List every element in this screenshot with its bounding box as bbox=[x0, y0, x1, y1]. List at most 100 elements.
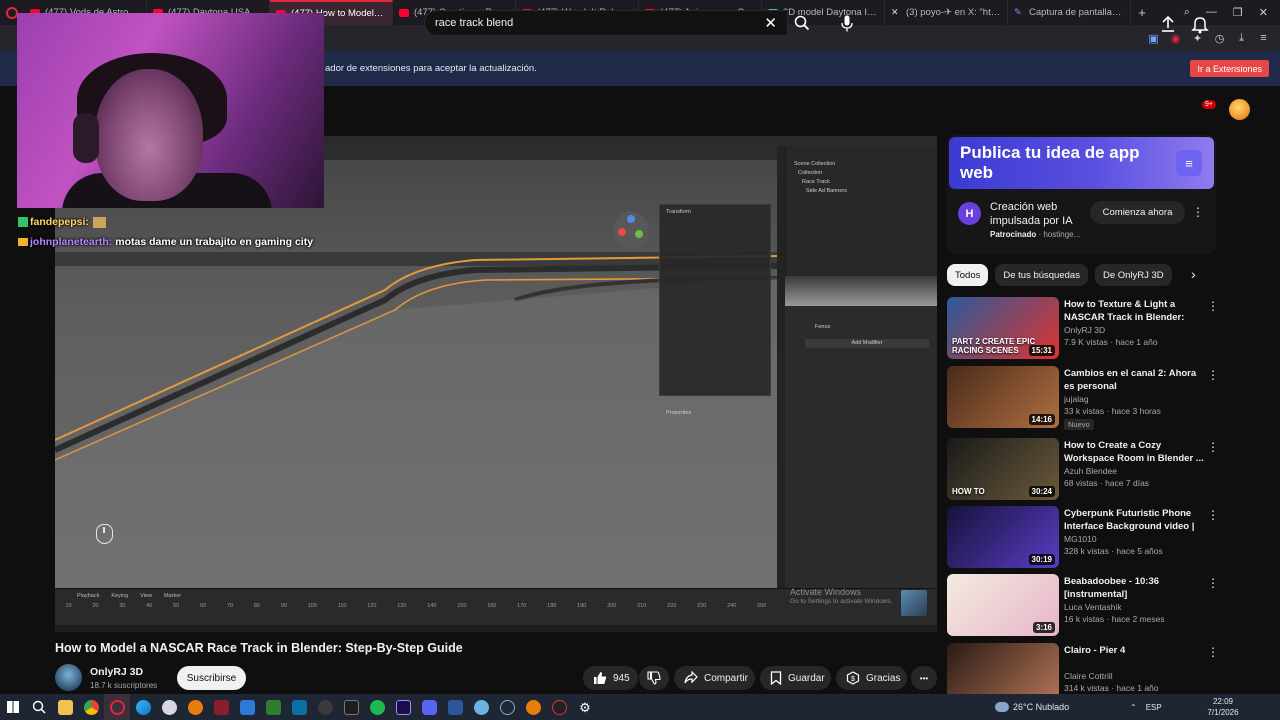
recommended-video[interactable]: PART 2 CREATE EPIC RACING SCENES 15:31 How… bbox=[947, 297, 1219, 361]
subscribe-button[interactable]: Suscribirse bbox=[177, 666, 246, 690]
transform-title: Transform bbox=[666, 209, 691, 215]
video-thumbnail[interactable]: PART 2 CREATE EPIC RACING SCENES 15:31 bbox=[947, 297, 1059, 359]
chrome-icon[interactable] bbox=[78, 694, 104, 720]
create-upload-button[interactable] bbox=[1158, 14, 1178, 34]
more-options-icon[interactable]: ⋮ bbox=[1207, 368, 1219, 382]
browser-tab[interactable]: ✎ Captura de pantalla por L bbox=[1008, 0, 1131, 25]
search-input[interactable]: race track blend ✕ bbox=[424, 10, 788, 36]
channel-name[interactable]: Luca Ventashik bbox=[1064, 602, 1122, 612]
weather-widget[interactable]: 26°C Nublado bbox=[995, 698, 1069, 716]
recommended-video[interactable]: 30:19 Cyberpunk Futuristic Phone Interfac… bbox=[947, 506, 1219, 570]
sponsored-ad-card[interactable]: Publica tu idea de app web ≡ H Creación … bbox=[947, 135, 1216, 254]
video-meta: 16 k vistas · hace 2 meses bbox=[1064, 614, 1165, 624]
go-to-extensions-button[interactable]: Ir a Extensiones bbox=[1190, 60, 1269, 77]
recommended-video[interactable]: 3:16 Beabadoobee - 10:36 [instrumental] Lu… bbox=[947, 574, 1219, 638]
dislike-button[interactable] bbox=[639, 666, 669, 690]
more-options-icon[interactable]: ⋮ bbox=[1207, 299, 1219, 313]
chevron-up-icon[interactable]: ⌃ bbox=[1130, 703, 1137, 712]
more-options-icon[interactable]: ⋮ bbox=[1207, 440, 1219, 454]
browser-tab[interactable]: ✕ (3) poyo-✈ en X: "https:/ bbox=[885, 0, 1008, 25]
new-tab-button[interactable]: + bbox=[1131, 5, 1153, 20]
video-thumbnail[interactable]: 14:16 bbox=[947, 366, 1059, 428]
voice-search-button[interactable] bbox=[835, 10, 859, 36]
activate-windows-title: Activate Windows bbox=[790, 587, 862, 597]
video-thumbnail[interactable]: 3:16 bbox=[947, 574, 1059, 636]
web-app-icon[interactable] bbox=[468, 694, 494, 720]
video-editor-icon[interactable] bbox=[208, 694, 234, 720]
ad-banner-image[interactable]: Publica tu idea de app web ≡ bbox=[949, 137, 1214, 189]
davinci-icon[interactable] bbox=[312, 694, 338, 720]
channel-name[interactable]: MG1010 bbox=[1064, 534, 1097, 544]
chevron-right-icon[interactable]: › bbox=[1191, 266, 1196, 282]
video-title[interactable]: Cyberpunk Futuristic Phone Interface Bac… bbox=[1064, 507, 1204, 533]
thanks-button[interactable]: $ Gracias bbox=[836, 666, 907, 690]
video-thumbnail[interactable]: 30:19 bbox=[947, 506, 1059, 568]
app-swirl-icon[interactable] bbox=[156, 694, 182, 720]
edge-icon[interactable] bbox=[130, 694, 156, 720]
video-title[interactable]: How to Create a Cozy Workspace Room in B… bbox=[1064, 439, 1204, 465]
settings-icon[interactable]: ⚙ bbox=[572, 694, 598, 720]
recommended-video[interactable]: 14:16 Cambios en el canal 2: Ahora es per… bbox=[947, 366, 1219, 430]
after-effects-icon[interactable] bbox=[390, 694, 416, 720]
snapshot-icon[interactable]: ◷ bbox=[1213, 32, 1226, 45]
channel-name[interactable]: OnlyRJ 3D bbox=[1064, 325, 1105, 335]
video-title[interactable]: How to Texture & Light a NASCAR Track in… bbox=[1064, 298, 1204, 324]
download-icon[interactable]: ⤓ bbox=[1235, 32, 1248, 45]
search-button[interactable] bbox=[788, 10, 816, 36]
search-tabs-icon[interactable]: ⌕ bbox=[1184, 6, 1190, 19]
channel-name[interactable]: Azuh Blendee bbox=[1064, 466, 1117, 476]
word-icon[interactable] bbox=[442, 694, 468, 720]
video-title: How to Model a NASCAR Race Track in Blen… bbox=[55, 641, 463, 655]
video-title[interactable]: Cambios en el canal 2: Ahora es personal bbox=[1064, 367, 1204, 393]
filter-chip[interactable]: Todos bbox=[947, 264, 989, 286]
taskbar-clock[interactable]: 22:09 7/1/2026 bbox=[1200, 696, 1246, 718]
share-button[interactable]: Compartir bbox=[674, 666, 755, 690]
channel-name[interactable]: jujalag bbox=[1064, 394, 1089, 404]
save-button[interactable]: Guardar bbox=[760, 666, 831, 690]
recommended-video[interactable]: HOW TO 30:24 How to Create a Cozy Workspac… bbox=[947, 438, 1219, 502]
spotify-icon[interactable] bbox=[364, 694, 390, 720]
ad-cta-button[interactable]: Comienza ahora bbox=[1090, 201, 1185, 224]
more-options-icon[interactable]: ⋮ bbox=[1207, 645, 1219, 659]
discord-icon[interactable] bbox=[416, 694, 442, 720]
blender-taskbar-icon[interactable] bbox=[520, 694, 546, 720]
filter-chip[interactable]: De tus búsquedas bbox=[995, 264, 1088, 286]
svg-text:$: $ bbox=[851, 676, 855, 683]
more-options-icon[interactable]: ⋮ bbox=[1207, 576, 1219, 590]
windows-start-icon[interactable] bbox=[0, 694, 26, 720]
clear-search-icon[interactable]: ✕ bbox=[764, 14, 777, 32]
notifications-button[interactable] bbox=[1190, 14, 1212, 34]
vectorworks-icon[interactable] bbox=[286, 694, 312, 720]
app-grid-icon[interactable] bbox=[338, 694, 364, 720]
easy-setup-icon[interactable]: ≡ bbox=[1257, 32, 1270, 45]
windows-search-icon[interactable] bbox=[26, 694, 52, 720]
maximize-icon[interactable]: ❐ bbox=[1233, 6, 1243, 19]
more-options-icon[interactable]: ⋮ bbox=[1207, 508, 1219, 522]
like-button[interactable]: 945 bbox=[583, 666, 638, 690]
pt-app-icon[interactable] bbox=[260, 694, 286, 720]
language-indicator[interactable]: ESP bbox=[1146, 703, 1162, 712]
steam-icon[interactable] bbox=[494, 694, 520, 720]
close-window-icon[interactable]: ✕ bbox=[1259, 6, 1268, 19]
opera-taskbar-icon[interactable] bbox=[104, 694, 130, 720]
ad-more-options-icon[interactable]: ⋮ bbox=[1192, 205, 1204, 219]
account-avatar[interactable] bbox=[1229, 99, 1250, 120]
video-player[interactable]: PaintShadingAnimationRenderingCompositin… bbox=[55, 136, 937, 632]
photos-icon[interactable] bbox=[234, 694, 260, 720]
blender-icon[interactable] bbox=[182, 694, 208, 720]
timeline-frame-label: 190 bbox=[577, 603, 587, 609]
streamer-avatar-thumbnail bbox=[901, 590, 927, 616]
channel-avatar[interactable] bbox=[55, 664, 82, 691]
timeline-frame-label: 30 bbox=[119, 603, 126, 609]
file-explorer-icon[interactable] bbox=[52, 694, 78, 720]
more-actions-button[interactable]: ••• bbox=[911, 666, 937, 690]
obs-icon[interactable] bbox=[546, 694, 572, 720]
duration-badge: 30:19 bbox=[1028, 554, 1055, 565]
channel-name[interactable]: Claire Cottrill bbox=[1064, 671, 1113, 681]
super-thanks-icon: $ bbox=[846, 671, 860, 685]
video-thumbnail[interactable]: HOW TO 30:24 bbox=[947, 438, 1059, 500]
filter-chip[interactable]: De OnlyRJ 3D bbox=[1094, 264, 1172, 286]
video-title[interactable]: Beabadoobee - 10:36 [instrumental] bbox=[1064, 575, 1204, 601]
video-title[interactable]: Clairo - Pier 4 bbox=[1064, 644, 1204, 657]
channel-name[interactable]: OnlyRJ 3D bbox=[90, 666, 143, 678]
